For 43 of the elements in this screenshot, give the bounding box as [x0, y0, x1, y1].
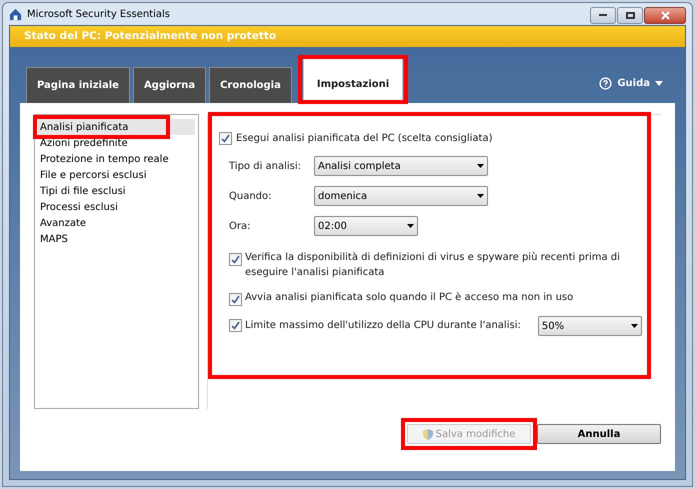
- shield-icon: [422, 428, 433, 440]
- help-menu[interactable]: Guida: [617, 76, 650, 91]
- field-label: Quando:: [229, 190, 273, 204]
- tab[interactable]: Cronologia: [209, 67, 292, 103]
- dropdown[interactable]: Analisi completa: [314, 156, 488, 176]
- maximize-button[interactable]: [617, 6, 643, 24]
- checkbox-label: Verifica la disponibilità di definizioni di virus e spyware più recenti prima di eseguire l'analisi pianificata: [245, 251, 621, 280]
- dropdown[interactable]: 50%: [538, 316, 642, 336]
- sidebar-item[interactable]: MAPS: [38, 231, 195, 247]
- tab[interactable]: Impostazioni: [302, 58, 404, 103]
- field-label: Ora:: [229, 220, 252, 234]
- dropdown[interactable]: 02:00: [314, 216, 418, 236]
- sidebar-item[interactable]: Avanzate: [38, 215, 195, 231]
- caret-icon: [655, 81, 663, 86]
- checkbox[interactable]: [229, 319, 242, 332]
- checkbox-label: Avvia analisi pianificata solo quando il PC è acceso ma non in uso: [245, 291, 574, 305]
- close-icon: [660, 10, 670, 20]
- dropdown[interactable]: domenica: [314, 186, 488, 206]
- sidebar-item[interactable]: Tipi di file esclusi: [38, 183, 195, 199]
- dropdown-arrow-icon: [407, 224, 414, 228]
- minimize-button[interactable]: [590, 6, 616, 24]
- checkbox-label: Esegui analisi pianificata del PC (scelta consigliata): [236, 132, 493, 146]
- close-button[interactable]: [644, 6, 686, 24]
- sidebar-item[interactable]: Analisi pianificata: [38, 119, 195, 135]
- dropdown-arrow-icon: [630, 324, 638, 328]
- dropdown-arrow-icon: [477, 164, 484, 168]
- dropdown-arrow-icon: [477, 194, 484, 198]
- tab[interactable]: Pagina iniziale: [26, 67, 130, 103]
- tab[interactable]: Aggiorna: [132, 67, 206, 103]
- checkbox[interactable]: [229, 253, 242, 266]
- house-icon: [9, 8, 22, 20]
- sidebar-item[interactable]: Protezione in tempo reale: [38, 151, 195, 167]
- status-text: Stato del PC: Potenzialmente non protetto: [24, 28, 276, 44]
- window-title: Microsoft Security Essentials: [27, 8, 170, 22]
- cancel-button[interactable]: Annulla: [537, 424, 661, 444]
- checkbox[interactable]: [229, 293, 242, 306]
- checkbox-label: Limite massimo dell'utilizzo della CPU durante l'analisi:: [245, 319, 521, 333]
- sidebar-item[interactable]: File e percorsi esclusi: [38, 167, 195, 183]
- sidebar-item[interactable]: Processi esclusi: [38, 199, 195, 215]
- help-icon: [599, 77, 612, 90]
- checkbox[interactable]: [219, 132, 232, 145]
- field-label: Tipo di analisi:: [229, 160, 302, 174]
- sidebar-item[interactable]: Azioni predefinite: [38, 135, 195, 151]
